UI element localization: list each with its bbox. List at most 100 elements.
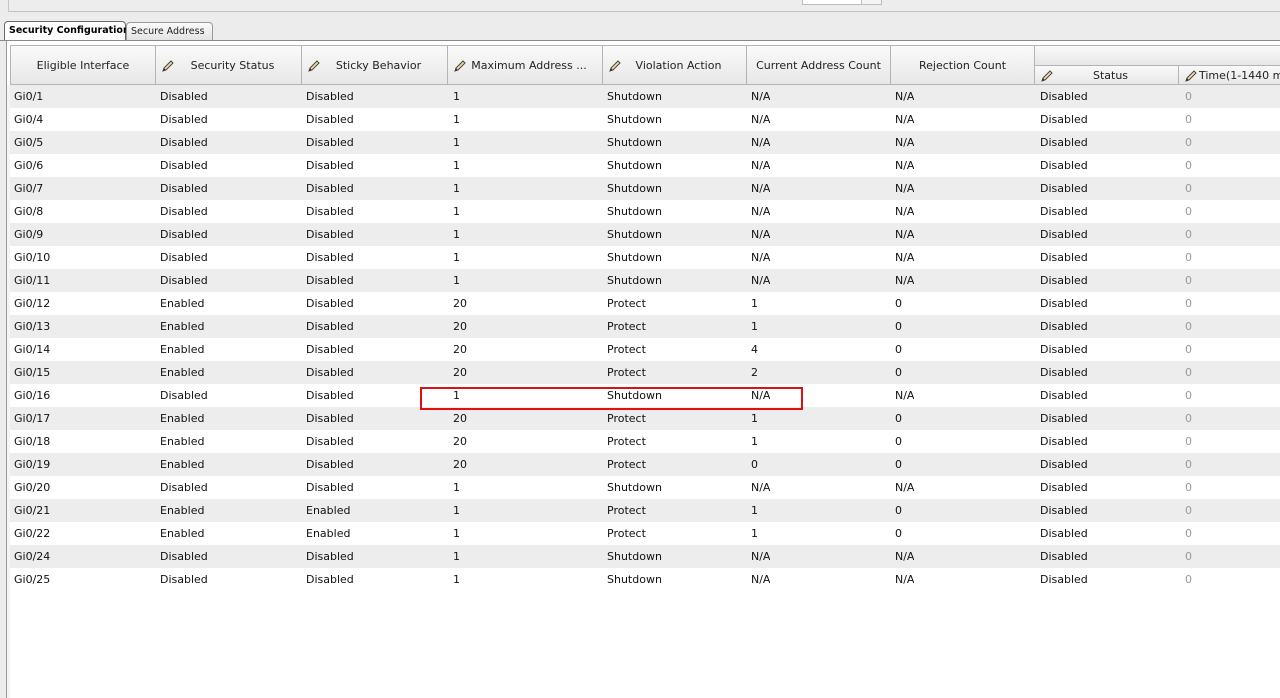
column-header-status[interactable]: Status bbox=[1035, 65, 1179, 85]
column-header-rejection-count[interactable]: Rejection Count bbox=[891, 45, 1035, 85]
cell-time: 0 bbox=[1185, 550, 1192, 563]
table-row[interactable]: Gi0/20 Disabled Disabled 1 Shutdown N/A N/A Dis… bbox=[10, 476, 1280, 499]
cell-interface: Gi0/20 bbox=[14, 481, 51, 494]
cell-sticky-behavior: Enabled bbox=[306, 527, 351, 540]
table-row[interactable]: Gi0/1 Disabled Disabled 1 Shutdown N/A N/A Disa… bbox=[10, 85, 1280, 108]
toolbar-frame bbox=[8, 0, 1280, 12]
table-row[interactable]: Gi0/12 Enabled Disabled 20 Protect 1 0 Disabled… bbox=[10, 292, 1280, 315]
cell-status: Disabled bbox=[1040, 458, 1088, 471]
cell-interface: Gi0/6 bbox=[14, 159, 44, 172]
cell-time: 0 bbox=[1185, 389, 1192, 402]
cell-maximum-address: 1 bbox=[453, 527, 460, 540]
cell-security-status: Enabled bbox=[160, 435, 205, 448]
table-row[interactable]: Gi0/24 Disabled Disabled 1 Shutdown N/A N/A Dis… bbox=[10, 545, 1280, 568]
table-row[interactable]: Gi0/17 Enabled Disabled 20 Protect 1 0 Disabled… bbox=[10, 407, 1280, 430]
column-header-current-address-count[interactable]: Current Address Count bbox=[747, 45, 891, 85]
cell-current-address-count: N/A bbox=[751, 113, 771, 126]
table-row[interactable]: Gi0/15 Enabled Disabled 20 Protect 2 0 Disabled… bbox=[10, 361, 1280, 384]
column-header-sticky-behavior[interactable]: Sticky Behavior bbox=[302, 45, 448, 85]
cell-maximum-address: 1 bbox=[453, 274, 460, 287]
pencil-icon bbox=[1041, 70, 1053, 82]
column-header-label: Maximum Address ... bbox=[471, 58, 587, 72]
cell-interface: Gi0/17 bbox=[14, 412, 51, 425]
cell-security-status: Disabled bbox=[160, 550, 208, 563]
column-header-maximum-address[interactable]: Maximum Address ... bbox=[448, 45, 603, 85]
cell-current-address-count: 1 bbox=[751, 504, 758, 517]
cell-maximum-address: 20 bbox=[453, 343, 467, 356]
cell-interface: Gi0/25 bbox=[14, 573, 51, 586]
cell-rejection-count: N/A bbox=[895, 90, 915, 103]
cell-violation-action: Protect bbox=[607, 297, 646, 310]
cell-interface: Gi0/15 bbox=[14, 366, 51, 379]
cell-time: 0 bbox=[1185, 504, 1192, 517]
table-row[interactable]: Gi0/13 Enabled Disabled 20 Protect 1 0 Disabled… bbox=[10, 315, 1280, 338]
table-row[interactable]: Gi0/7 Disabled Disabled 1 Shutdown N/A N/A Disa… bbox=[10, 177, 1280, 200]
cell-interface: Gi0/7 bbox=[14, 182, 44, 195]
column-header-time[interactable]: Time(1-1440 m bbox=[1179, 65, 1280, 85]
table-row[interactable]: Gi0/10 Disabled Disabled 1 Shutdown N/A N/A Dis… bbox=[10, 246, 1280, 269]
cell-time: 0 bbox=[1185, 251, 1192, 264]
cell-violation-action: Shutdown bbox=[607, 90, 662, 103]
tab-strip: Security Configuration Secure Address bbox=[4, 21, 1280, 41]
table-row[interactable]: Gi0/22 Enabled Enabled 1 Protect 1 0 Disabled 0 bbox=[10, 522, 1280, 545]
cell-time: 0 bbox=[1185, 573, 1192, 586]
cell-sticky-behavior: Enabled bbox=[306, 504, 351, 517]
cell-maximum-address: 1 bbox=[453, 136, 460, 149]
tab-security-configuration[interactable]: Security Configuration bbox=[4, 21, 130, 41]
tab-secure-address[interactable]: Secure Address bbox=[126, 22, 213, 40]
table-row[interactable]: Gi0/5 Disabled Disabled 1 Shutdown N/A N/A Disa… bbox=[10, 131, 1280, 154]
table-row[interactable]: Gi0/6 Disabled Disabled 1 Shutdown N/A N/A Disa… bbox=[10, 154, 1280, 177]
cell-sticky-behavior: Disabled bbox=[306, 113, 354, 126]
cell-violation-action: Shutdown bbox=[607, 573, 662, 586]
cell-security-status: Disabled bbox=[160, 481, 208, 494]
table-row[interactable]: Gi0/19 Enabled Disabled 20 Protect 0 0 Disabled… bbox=[10, 453, 1280, 476]
cell-interface: Gi0/1 bbox=[14, 90, 44, 103]
cell-status: Disabled bbox=[1040, 504, 1088, 517]
column-header-label: Security Status bbox=[190, 58, 275, 72]
cell-maximum-address: 1 bbox=[453, 113, 460, 126]
table-row[interactable]: Gi0/4 Disabled Disabled 1 Shutdown N/A N/A Disa… bbox=[10, 108, 1280, 131]
pencil-icon bbox=[308, 60, 320, 72]
cell-current-address-count: 1 bbox=[751, 297, 758, 310]
cell-violation-action: Protect bbox=[607, 320, 646, 333]
cell-security-status: Disabled bbox=[160, 136, 208, 149]
cell-status: Disabled bbox=[1040, 343, 1088, 356]
cell-violation-action: Protect bbox=[607, 366, 646, 379]
cell-interface: Gi0/24 bbox=[14, 550, 51, 563]
cell-interface: Gi0/19 bbox=[14, 458, 51, 471]
table-row[interactable]: Gi0/8 Disabled Disabled 1 Shutdown N/A N/A Disa… bbox=[10, 200, 1280, 223]
column-header-label: Sticky Behavior bbox=[335, 58, 422, 72]
cell-maximum-address: 1 bbox=[453, 573, 460, 586]
cell-sticky-behavior: Disabled bbox=[306, 412, 354, 425]
cell-time: 0 bbox=[1185, 343, 1192, 356]
column-header-security-status[interactable]: Security Status bbox=[156, 45, 302, 85]
cell-violation-action: Shutdown bbox=[607, 550, 662, 563]
cell-status: Disabled bbox=[1040, 389, 1088, 402]
table-row[interactable]: Gi0/21 Enabled Enabled 1 Protect 1 0 Disabled 0 bbox=[10, 499, 1280, 522]
table-row[interactable]: Gi0/18 Enabled Disabled 20 Protect 1 0 Disabled… bbox=[10, 430, 1280, 453]
table-row[interactable]: Gi0/14 Enabled Disabled 20 Protect 4 0 Disabled… bbox=[10, 338, 1280, 361]
cell-status: Disabled bbox=[1040, 527, 1088, 540]
table-row[interactable]: Gi0/25 Disabled Disabled 1 Shutdown N/A N/A Dis… bbox=[10, 568, 1280, 591]
column-header-eligible-interface[interactable]: Eligible Interface bbox=[10, 45, 156, 85]
cell-current-address-count: 4 bbox=[751, 343, 758, 356]
cell-current-address-count: 1 bbox=[751, 527, 758, 540]
cell-violation-action: Protect bbox=[607, 435, 646, 448]
cell-sticky-behavior: Disabled bbox=[306, 274, 354, 287]
cell-interface: Gi0/16 bbox=[14, 389, 51, 402]
cell-time: 0 bbox=[1185, 366, 1192, 379]
cell-rejection-count: N/A bbox=[895, 573, 915, 586]
table-row[interactable]: Gi0/9 Disabled Disabled 1 Shutdown N/A N/A Disa… bbox=[10, 223, 1280, 246]
top-toolbar bbox=[0, 0, 1280, 15]
cell-interface: Gi0/14 bbox=[14, 343, 51, 356]
cell-rejection-count: N/A bbox=[895, 113, 915, 126]
table-row[interactable]: Gi0/11 Disabled Disabled 1 Shutdown N/A N/A Dis… bbox=[10, 269, 1280, 292]
cell-violation-action: Shutdown bbox=[607, 251, 662, 264]
toolbar-dropdown[interactable] bbox=[802, 0, 882, 5]
cell-maximum-address: 1 bbox=[453, 90, 460, 103]
cell-sticky-behavior: Disabled bbox=[306, 297, 354, 310]
column-header-violation-action[interactable]: Violation Action bbox=[603, 45, 747, 85]
cell-security-status: Disabled bbox=[160, 90, 208, 103]
cell-current-address-count: N/A bbox=[751, 251, 771, 264]
cell-rejection-count: 0 bbox=[895, 320, 902, 333]
